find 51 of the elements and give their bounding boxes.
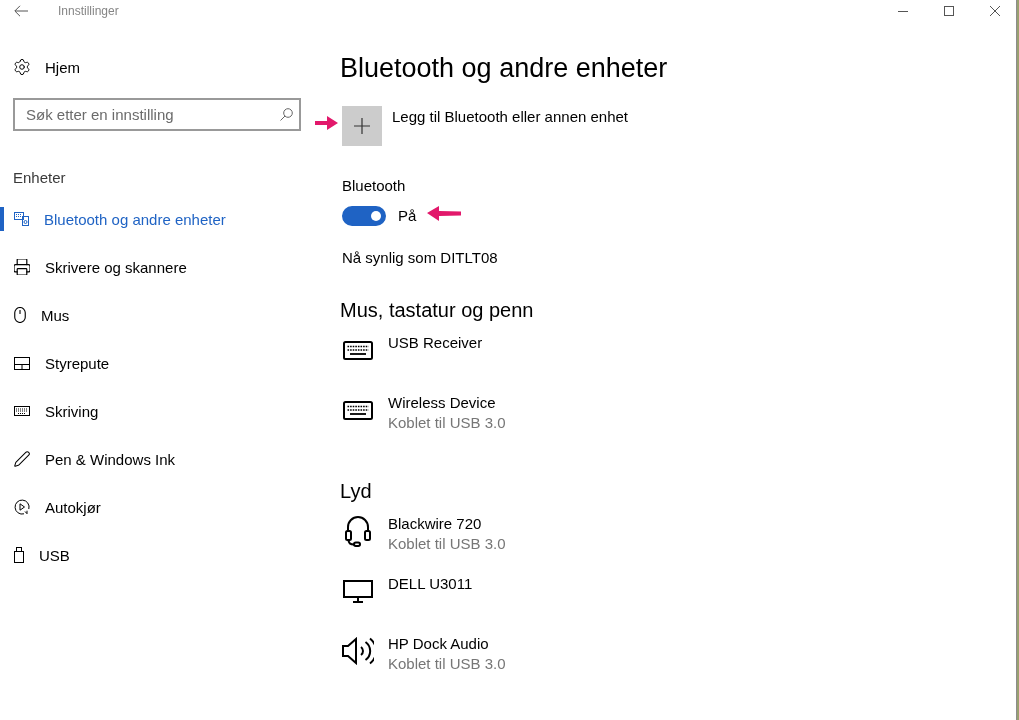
speaker-icon (342, 637, 374, 665)
device-name[interactable]: DELL U3011 (388, 574, 473, 594)
back-icon[interactable] (14, 5, 28, 17)
pointer-arrow-icon (315, 116, 338, 130)
group-heading: Mus, tastatur og penn (340, 298, 534, 323)
nav-item[interactable]: Styrepute (0, 347, 116, 379)
usb-drive-icon (14, 547, 24, 563)
bluetooth-toggle[interactable] (342, 206, 386, 226)
nav-item[interactable]: Mus (0, 299, 76, 331)
window-title: Innstillinger (58, 3, 119, 19)
device-status: Koblet til USB 3.0 (388, 413, 506, 433)
device-name[interactable]: Wireless Device (388, 393, 496, 413)
plus-icon (354, 118, 370, 134)
add-device-button[interactable] (342, 106, 382, 146)
device-status: Koblet til USB 3.0 (388, 654, 506, 674)
home-item[interactable]: Hjem (0, 47, 86, 87)
play-circle-icon (14, 499, 30, 515)
device-name[interactable]: USB Receiver (388, 333, 483, 353)
group-heading: Lyd (340, 479, 372, 504)
keyboard-icon (343, 400, 373, 420)
close-icon[interactable] (990, 6, 1000, 16)
keyboard-icon (343, 340, 373, 360)
search-field[interactable]: Søk etter en innstilling (13, 98, 301, 131)
add-device-label[interactable]: Legg til Bluetooth eller annen enhet (392, 107, 628, 127)
touchpad-icon (14, 356, 30, 370)
visibility-text: Nå synlig som DITLT08 (342, 248, 498, 268)
nav-item[interactable]: USB (0, 539, 76, 571)
headset-icon (345, 515, 371, 547)
section-label: Enheter (13, 168, 66, 188)
minimize-icon[interactable] (898, 10, 908, 12)
mouse-icon (14, 307, 26, 323)
device-name[interactable]: HP Dock Audio (388, 634, 489, 654)
page-title: Bluetooth og andre enheter (340, 52, 668, 85)
device-status: Koblet til USB 3.0 (388, 534, 506, 554)
keyboard-icon (14, 406, 30, 416)
search-icon (280, 108, 293, 121)
nav-item[interactable]: Pen & Windows Ink (0, 443, 182, 475)
pen-icon (14, 451, 30, 467)
device-name[interactable]: Blackwire 720 (388, 514, 482, 534)
nav-item[interactable]: Bluetooth og andre enheter (0, 203, 232, 235)
settings-icon (14, 59, 30, 75)
bluetooth-label: Bluetooth (342, 176, 406, 196)
pointer-arrow-icon (427, 206, 461, 221)
maximize-icon[interactable] (944, 6, 954, 16)
nav-item[interactable]: Autokjør (0, 491, 107, 523)
nav-item[interactable]: Skriving (0, 395, 105, 427)
monitor-icon (343, 579, 373, 603)
toggle-state-label: På (398, 206, 417, 226)
devices-icon (14, 212, 29, 226)
nav-item[interactable]: Skrivere og skannere (0, 251, 193, 283)
printer-icon (14, 259, 30, 275)
